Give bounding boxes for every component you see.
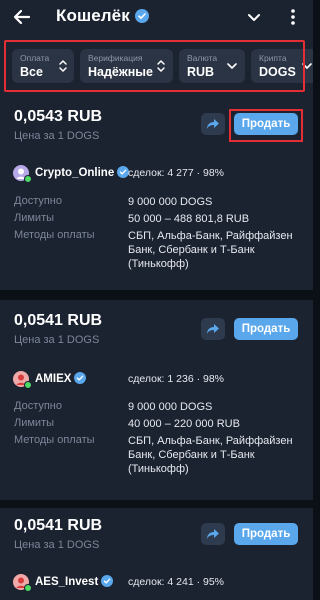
- sell-button[interactable]: Продать: [234, 318, 298, 340]
- offer-card: 0,0541 RUB Цена за 1 DOGS Продать AMIEX …: [0, 300, 313, 500]
- chevron-down-icon: [302, 63, 312, 69]
- share-button[interactable]: [201, 113, 225, 135]
- offer-price-caption: Цена за 1 DOGS: [14, 130, 100, 142]
- methods-label: Методы оплаты: [14, 434, 95, 446]
- filter-verification[interactable]: Верификация Надёжные: [80, 49, 173, 83]
- merchant-name[interactable]: AMIEX: [35, 372, 87, 385]
- merchant-name-text: AES_Invest: [35, 576, 99, 588]
- share-icon: [207, 529, 219, 539]
- limits-value: 50 000 – 488 801,8 RUB: [128, 213, 250, 225]
- offer-price: 0,0541 RUB: [14, 312, 103, 329]
- back-arrow-icon[interactable]: [10, 6, 32, 28]
- merchant-stats: сделок: 4 241 · 95%: [128, 576, 225, 588]
- top-bar: Кошелёк: [0, 0, 313, 34]
- divider: [0, 290, 313, 293]
- merchant-name[interactable]: Crypto_Online: [35, 166, 130, 179]
- offer-price-caption: Цена за 1 DOGS: [14, 539, 100, 551]
- limits-label: Лимиты: [14, 212, 55, 224]
- payment-methods-line: (Тинькофф): [128, 463, 189, 475]
- methods-label: Методы оплаты: [14, 229, 95, 241]
- payment-methods: СБП, Альфа-Банк, Райффайзен Банк, Сберба…: [128, 434, 304, 476]
- filter-currency[interactable]: Валюта RUB: [179, 49, 245, 83]
- share-button[interactable]: [201, 318, 225, 340]
- merchant-name-text: Crypto_Online: [35, 167, 115, 179]
- chevron-down-icon: [227, 63, 237, 69]
- more-vertical-icon[interactable]: [286, 8, 300, 26]
- offer-card: 0,0541 RUB Цена за 1 DOGS Продать AES_In…: [0, 508, 313, 600]
- payment-methods-line: СБП, Альфа-Банк, Райффайзен: [128, 230, 293, 242]
- available-label: Доступно: [14, 400, 63, 412]
- limits-label: Лимиты: [14, 417, 55, 429]
- page-title-text: Кошелёк: [56, 6, 130, 25]
- online-indicator: [24, 584, 32, 592]
- page-title: Кошелёк: [56, 6, 149, 26]
- share-button[interactable]: [201, 523, 225, 545]
- online-indicator: [24, 381, 32, 389]
- offer-price: 0,0541 RUB: [14, 517, 103, 534]
- filter-crypto[interactable]: Крипта DOGS: [251, 49, 313, 83]
- available-value: 9 000 000 DOGS: [128, 196, 213, 208]
- filter-payment[interactable]: Оплата Все: [12, 49, 74, 83]
- sort-icon: [157, 60, 165, 72]
- verified-badge-icon: [74, 372, 87, 384]
- payment-methods-line: (Тинькофф): [128, 258, 189, 270]
- payment-methods-line: СБП, Альфа-Банк, Райффайзен: [128, 435, 293, 447]
- merchant-name-text: AMIEX: [35, 373, 72, 385]
- divider: [0, 500, 313, 503]
- sort-icon: [59, 60, 67, 72]
- share-icon: [207, 324, 219, 334]
- payment-methods-line: Банк, Сбербанк и Т-Банк: [128, 449, 255, 461]
- verified-badge-icon: [101, 575, 114, 587]
- sell-button[interactable]: Продать: [234, 113, 298, 135]
- payment-methods-line: Банк, Сбербанк и Т-Банк: [128, 244, 255, 256]
- available-value: 9 000 000 DOGS: [128, 401, 213, 413]
- offer-price-caption: Цена за 1 DOGS: [14, 334, 100, 346]
- payment-methods: СБП, Альфа-Банк, Райффайзен Банк, Сберба…: [128, 229, 304, 271]
- offer-card: 0,0543 RUB Цена за 1 DOGS Продать Crypto…: [0, 102, 313, 290]
- available-label: Доступно: [14, 195, 63, 207]
- merchant-stats: сделок: 4 277 · 98%: [128, 167, 225, 179]
- verified-badge-icon: [134, 9, 149, 23]
- sell-button[interactable]: Продать: [234, 523, 298, 545]
- merchant-stats: сделок: 1 236 · 98%: [128, 373, 225, 385]
- limits-value: 40 000 – 220 000 RUB: [128, 418, 240, 430]
- merchant-name[interactable]: AES_Invest: [35, 575, 114, 588]
- online-indicator: [24, 175, 32, 183]
- share-icon: [207, 119, 219, 129]
- chevron-down-icon[interactable]: [246, 9, 262, 25]
- offer-price: 0,0543 RUB: [14, 108, 103, 125]
